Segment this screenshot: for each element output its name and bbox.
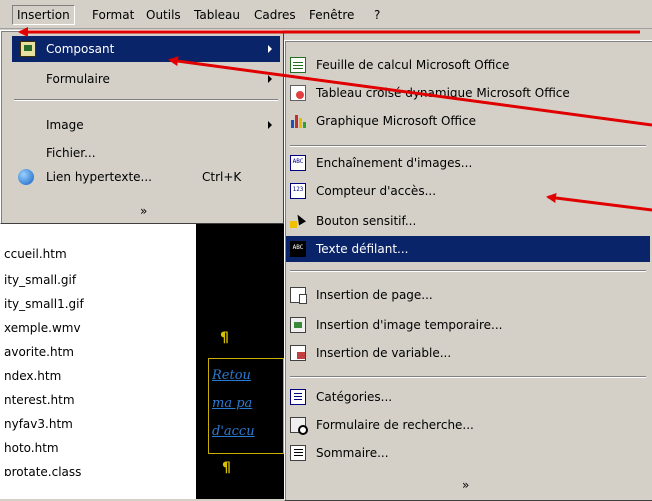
file-item[interactable]: avorite.htm [4, 342, 74, 362]
hover-button-icon [290, 213, 306, 229]
submenu-item-substitution[interactable]: Insertion de variable... [286, 340, 650, 366]
file-item[interactable]: nterest.htm [4, 390, 75, 410]
include-page-icon [290, 287, 307, 304]
file-item[interactable]: ccueil.htm [4, 244, 67, 264]
table-of-contents-icon [290, 445, 306, 461]
scheduled-picture-icon [290, 317, 306, 333]
menu-item-image[interactable]: Image [12, 112, 280, 138]
paragraph-mark: ¶ [222, 460, 231, 476]
submenu-item-pivot-table[interactable]: Tableau croisé dynamique Microsoft Offic… [286, 80, 650, 106]
link-text[interactable]: d'accu [212, 424, 282, 439]
file-item[interactable]: ity_small.gif [4, 270, 76, 290]
file-item[interactable]: nyfav3.htm [4, 414, 73, 434]
menu-item-composant[interactable]: Composant [12, 36, 280, 62]
menu-separator [290, 145, 646, 147]
submenu-arrow-icon [268, 45, 272, 53]
submenu-item-include-page[interactable]: Insertion de page... [286, 282, 650, 308]
expand-menu-chevron-icon[interactable]: » [140, 204, 147, 218]
file-item[interactable]: ity_small1.gif [4, 294, 84, 314]
submenu-item-scheduled-picture[interactable]: Insertion d'image temporaire... [286, 312, 650, 338]
file-item[interactable]: hoto.htm [4, 438, 59, 458]
submenu-item-search-form[interactable]: Formulaire de recherche... [286, 412, 650, 438]
paragraph-mark: ¶ [220, 330, 229, 346]
file-item[interactable]: xemple.wmv [4, 318, 81, 338]
menu-item-fichier[interactable]: Fichier... [12, 140, 280, 166]
submenu-item-hover-button[interactable]: Bouton sensitif... [286, 208, 650, 234]
menu-fenetre[interactable]: Fenêtre [305, 6, 358, 24]
submenu-item-table-of-contents[interactable]: Sommaire... [286, 440, 650, 466]
pivot-table-icon [290, 85, 306, 101]
chart-icon [290, 113, 306, 129]
categories-icon [290, 389, 306, 405]
submenu-item-chart[interactable]: Graphique Microsoft Office [286, 108, 650, 134]
submenu-item-hit-counter[interactable]: 123 Compteur d'accès... [286, 178, 650, 204]
spreadsheet-icon [290, 57, 306, 73]
banner-ad-icon: ABC [290, 155, 306, 171]
menu-separator [290, 270, 646, 272]
submenu-item-categories[interactable]: Catégories... [286, 384, 650, 410]
expand-menu-chevron-icon[interactable]: » [462, 478, 469, 492]
menu-format[interactable]: Format [88, 6, 138, 24]
link-text[interactable]: ma pa [212, 396, 282, 411]
submenu-item-banner-ad[interactable]: ABC Enchaînement d'images... [286, 150, 650, 176]
submenu-arrow-icon [268, 121, 272, 129]
menu-help[interactable]: ? [370, 6, 384, 24]
file-item[interactable]: ndex.htm [4, 366, 61, 386]
marquee-icon: ABC [290, 241, 306, 257]
search-form-icon [290, 417, 308, 435]
menu-insertion[interactable]: Insertion [12, 5, 75, 25]
submenu-arrow-icon [268, 75, 272, 83]
shortcut-label: Ctrl+K [202, 170, 242, 184]
link-text[interactable]: Retou [212, 368, 282, 383]
hit-counter-icon: 123 [290, 183, 306, 199]
menu-item-lien-hypertexte[interactable]: Lien hypertexte... Ctrl+K [12, 164, 280, 190]
globe-link-icon [18, 169, 34, 185]
file-item[interactable]: protate.class [4, 462, 81, 476]
menu-separator [290, 376, 646, 378]
menu-item-formulaire[interactable]: Formulaire [12, 66, 280, 92]
submenu-item-spreadsheet[interactable]: Feuille de calcul Microsoft Office [286, 52, 650, 78]
substitution-icon [290, 345, 306, 361]
component-icon [20, 41, 36, 57]
menu-tableau[interactable]: Tableau [190, 6, 244, 24]
submenu-item-marquee[interactable]: ABC Texte défilant... [286, 236, 650, 262]
menu-outils[interactable]: Outils [142, 6, 185, 24]
menu-separator [14, 99, 278, 101]
menu-bar: Insertion Format Outils Tableau Cadres F… [0, 0, 652, 29]
menu-cadres[interactable]: Cadres [250, 6, 300, 24]
